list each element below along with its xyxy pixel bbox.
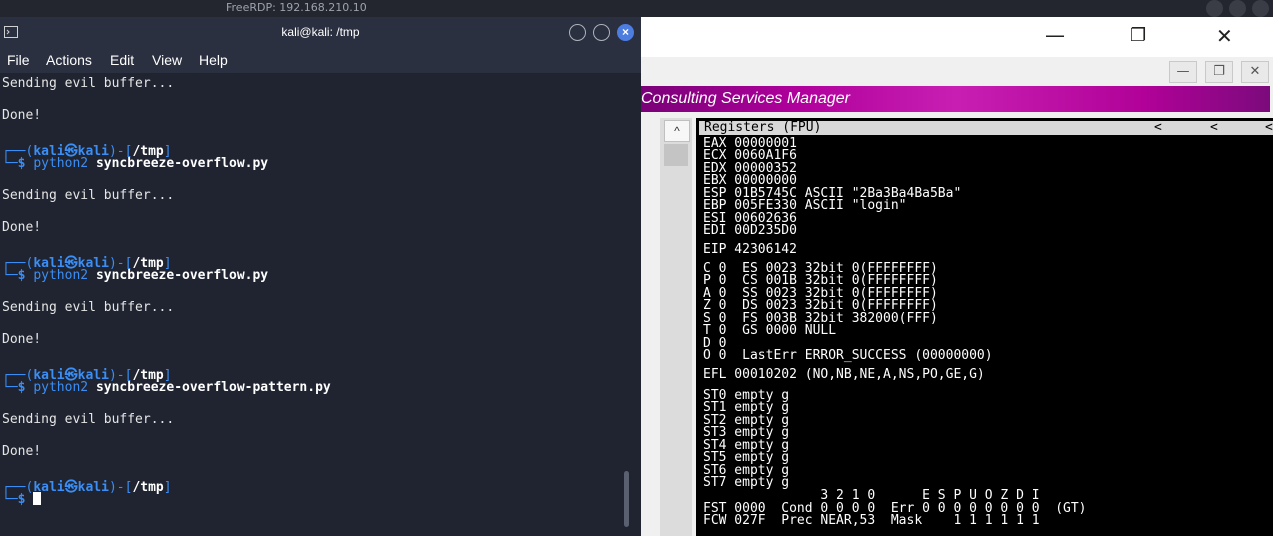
- rdp-minimize-button[interactable]: [1206, 0, 1223, 17]
- terminal-close-button[interactable]: ×: [617, 24, 634, 41]
- mdi-restore-button[interactable]: ❐: [1205, 61, 1233, 83]
- terminal-menubar: File Actions Edit View Help: [0, 47, 641, 73]
- registers-panel: Registers (FPU) < < < EAX 00000001 ECX 0…: [696, 118, 1273, 536]
- mdi-control-row: — ❐ ✕: [641, 57, 1273, 85]
- rdp-title: FreeRDP: 192.168.210.10: [226, 1, 367, 14]
- output-line: Done!: [2, 108, 42, 123]
- mdi-minimize-button[interactable]: —: [1169, 61, 1197, 83]
- command-line: └─$ python2 syncbreeze-overflow.py: [2, 268, 269, 283]
- vertical-scrollbar[interactable]: ^: [660, 118, 692, 536]
- output-line: Sending evil buffer...: [2, 300, 175, 315]
- terminal-output[interactable]: Sending evil buffer... Done! ┌──(kali㉿ka…: [0, 73, 641, 536]
- output-line: Sending evil buffer...: [2, 188, 175, 203]
- output-line: Done!: [2, 220, 42, 235]
- minimize-icon[interactable]: —: [1045, 25, 1065, 45]
- mdi-close-button[interactable]: ✕: [1241, 61, 1269, 83]
- command-line: └─$ python2 syncbreeze-overflow-pattern.…: [2, 380, 331, 395]
- close-icon[interactable]: ✕: [1216, 26, 1233, 46]
- registers-header: Registers (FPU) < < <: [699, 120, 1273, 135]
- remote-desktop-area: — ❐ ✕ — ❐ ✕ Consulting Services Manager …: [641, 17, 1273, 536]
- command-line: └─$ python2 syncbreeze-overflow.py: [2, 156, 269, 171]
- header-arrow-1[interactable]: <: [1154, 120, 1162, 135]
- terminal-maximize-button[interactable]: [593, 24, 610, 41]
- terminal-scrollbar[interactable]: [624, 471, 629, 527]
- terminal-title: kali@kali: /tmp: [281, 25, 360, 39]
- terminal-title-bar: kali@kali: /tmp ×: [0, 17, 641, 47]
- menu-edit[interactable]: Edit: [110, 52, 134, 68]
- fpu-control-word: FCW 027F Prec NEAR,53 Mask 1 1 1 1 1 1: [703, 513, 1040, 528]
- text-cursor: [33, 492, 42, 505]
- terminal-minimize-button[interactable]: [569, 24, 586, 41]
- output-line: Sending evil buffer...: [2, 412, 175, 427]
- rdp-close-button[interactable]: [1252, 0, 1269, 17]
- scroll-thumb[interactable]: [664, 144, 688, 166]
- registers-header-title: Registers (FPU): [704, 120, 822, 135]
- current-command-line[interactable]: └─$: [2, 492, 42, 507]
- rdp-title-bar: FreeRDP: 192.168.210.10: [0, 0, 1273, 17]
- output-line: Sending evil buffer...: [2, 76, 175, 91]
- scroll-up-arrow-icon[interactable]: ^: [664, 120, 690, 142]
- header-arrow-3[interactable]: <: [1265, 120, 1273, 135]
- menu-actions[interactable]: Actions: [46, 52, 92, 68]
- flag-line: O 0 LastErr ERROR_SUCCESS (00000000): [703, 348, 993, 363]
- menu-help[interactable]: Help: [199, 52, 228, 68]
- menu-view[interactable]: View: [152, 52, 182, 68]
- register-efl: EFL 00010202 (NO,NB,NE,A,NS,PO,GE,G): [703, 367, 985, 382]
- menu-file[interactable]: File: [7, 52, 30, 68]
- register-eip: EIP 42306142: [703, 242, 797, 257]
- rdp-maximize-button[interactable]: [1229, 0, 1246, 17]
- register-edi: EDI 00D235D0: [703, 223, 797, 238]
- header-arrow-2[interactable]: <: [1210, 120, 1218, 135]
- output-line: Done!: [2, 332, 42, 347]
- banner-text: Consulting Services Manager: [641, 90, 850, 107]
- immunity-banner: Consulting Services Manager: [641, 86, 1270, 112]
- terminal-window: kali@kali: /tmp × File Actions Edit View…: [0, 17, 641, 536]
- restore-icon[interactable]: ❐: [1130, 26, 1146, 46]
- output-line: Done!: [2, 444, 42, 459]
- window-caption-bar: — ❐ ✕: [641, 17, 1273, 57]
